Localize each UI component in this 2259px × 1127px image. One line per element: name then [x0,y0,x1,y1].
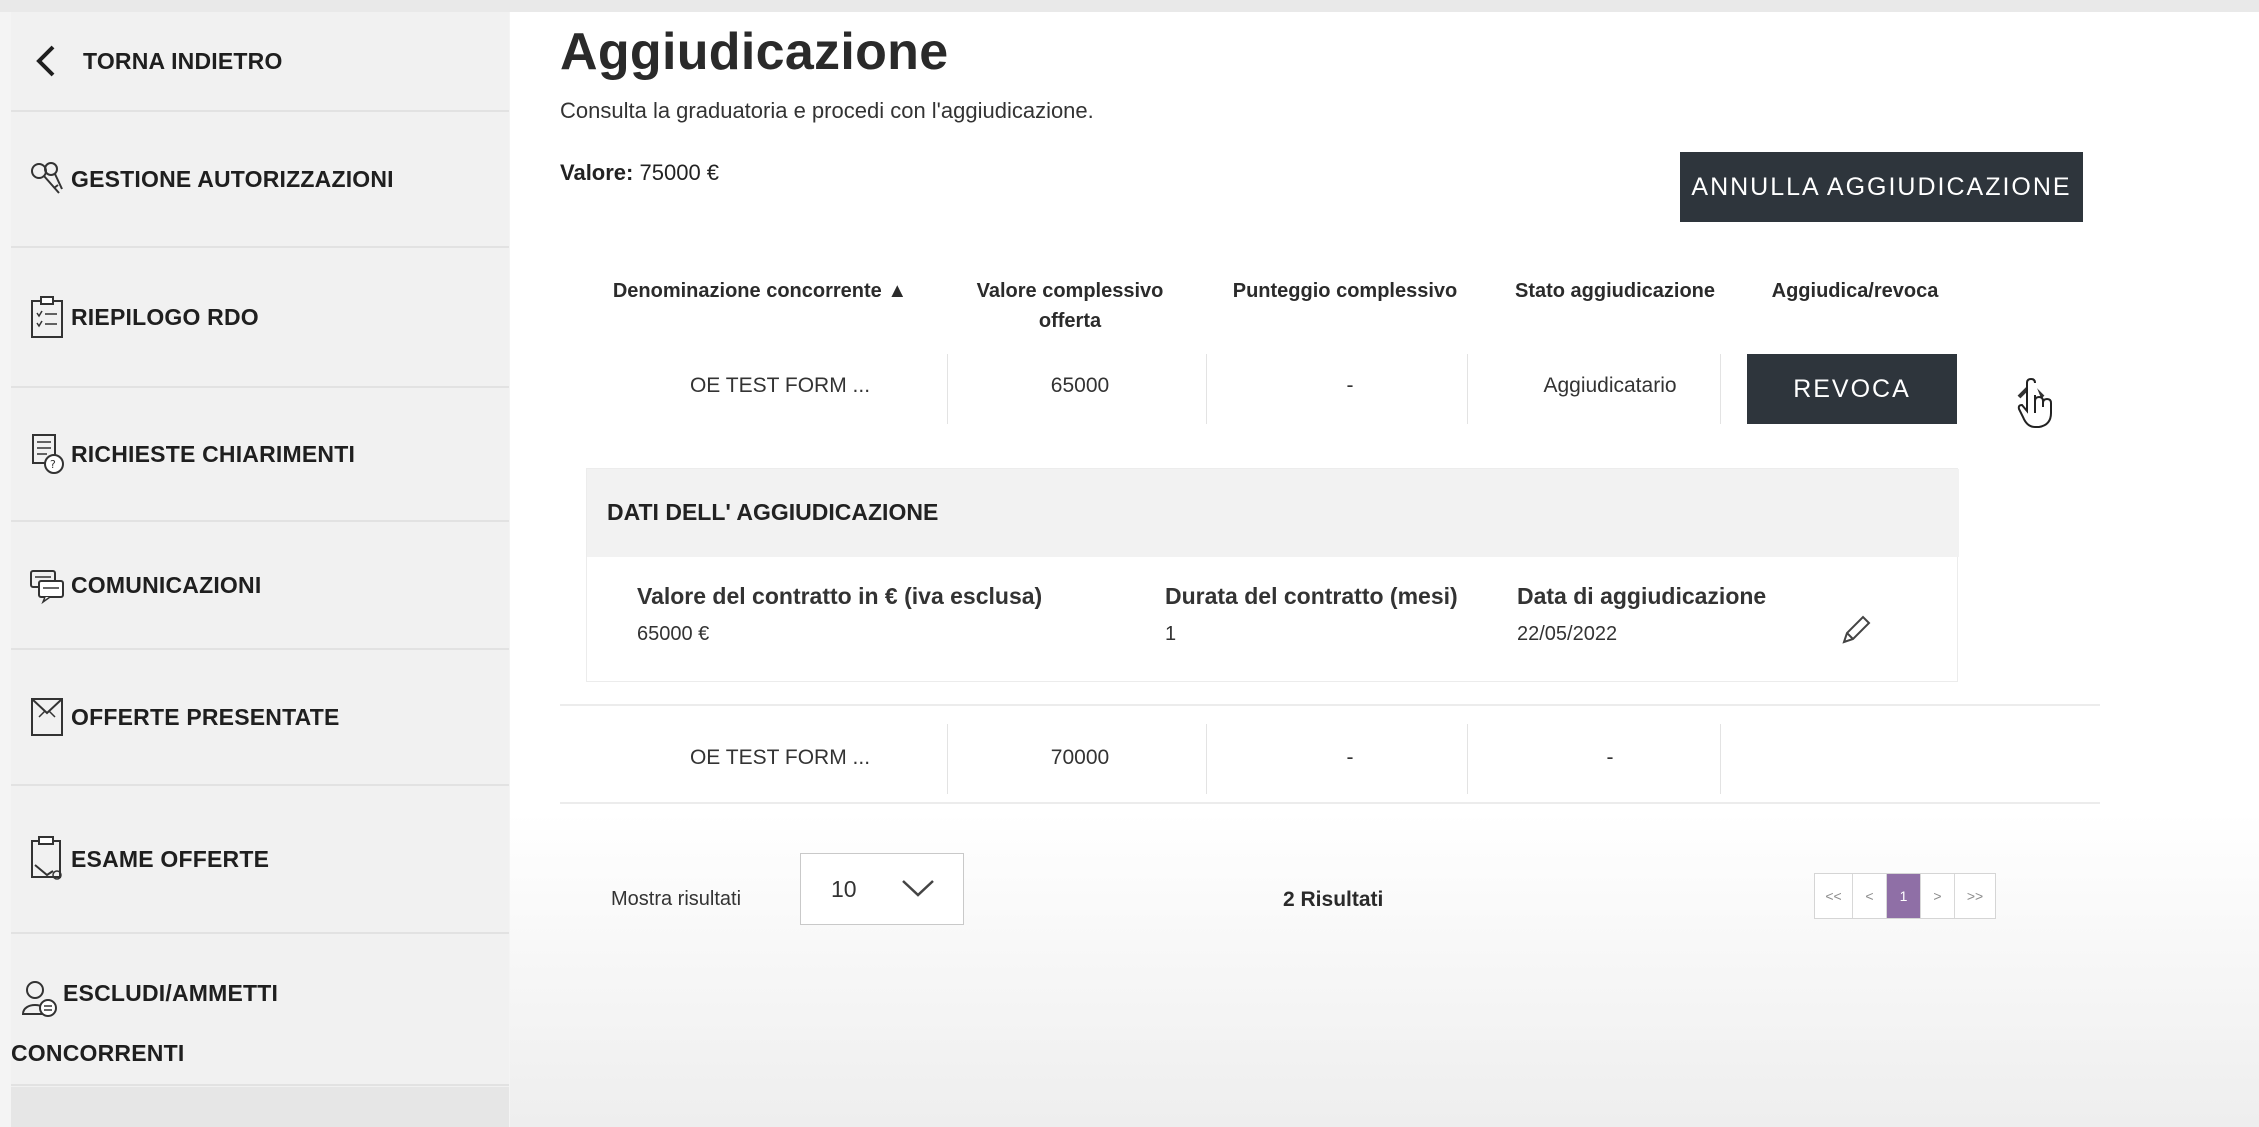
sidebar-item-label: RIEPILOGO RDO [71,304,259,330]
row-divider [560,802,2100,804]
pager-page-button[interactable]: 1 [1887,874,1921,918]
back-label: TORNA INDIETRO [83,48,283,74]
contratto-label: Valore del contratto in € (iva esclusa) [637,583,1043,609]
pagination: << < 1 > >> [1814,873,1996,919]
page-size-select[interactable]: 10 [800,853,964,925]
header-valore-line2: offerta [1038,310,1102,332]
sidebar-item-offerte-presentate[interactable]: OFFERTE PRESENTATE [11,650,509,786]
valore-label: Valore: [560,160,634,185]
row-divider [560,704,2100,706]
sidebar: TORNA INDIETRO GESTIONE AUTORIZZAZIONI R… [11,12,509,1127]
sidebar-item-label-line2: CONCORRENTI [11,1040,185,1066]
revoca-button[interactable]: REVOCA [1747,354,1957,424]
row2-stato: - [1606,746,1614,769]
dati-aggiudicazione-panel: DATI DELL' AGGIUDICAZIONE Valore del con… [586,468,1959,682]
data-value: 22/05/2022 [1517,623,1618,645]
row1-punteggio: - [1346,374,1354,397]
sidebar-bottom-strip [11,1087,509,1127]
annulla-aggiudicazione-button[interactable]: ANNULLA AGGIUDICAZIONE [1680,152,2083,222]
sidebar-item-label: ESCLUDI/AMMETTI [63,980,279,1006]
sidebar-item-label: ESAME OFFERTE [71,846,270,872]
envelope-offer-icon [27,693,67,741]
keys-icon [27,155,67,203]
detail-header: DATI DELL' AGGIUDICAZIONE [587,469,1959,557]
user-switch-icon [19,974,59,1022]
sidebar-item-richieste-chiarimenti[interactable]: ? RICHIESTE CHIARIMENTI [11,388,509,522]
chevron-down-icon [901,878,935,898]
column-divider [1467,724,1468,794]
header-valore-line1: Valore complessivo [976,280,1164,302]
page-size-value: 10 [831,875,857,902]
column-divider [1206,354,1207,424]
row2-valore: 70000 [1050,746,1110,769]
column-divider [1467,354,1468,424]
row1-name: OE TEST FORM ... [689,374,871,397]
contratto-value: 65000 € [637,623,710,645]
sidebar-item-riepilogo-rdo[interactable]: RIEPILOGO RDO [11,248,509,388]
header-stato: Stato aggiudicazione [1514,280,1716,302]
header-aggiudica: Aggiudica/revoca [1771,280,1939,302]
chevron-left-icon [35,44,57,78]
edit-pencil-icon[interactable] [1838,612,1874,648]
page-subtitle: Consulta la graduatoria e procedi con l'… [560,98,1094,123]
sidebar-item-label: GESTIONE AUTORIZZAZIONI [71,166,394,192]
chat-bubbles-icon [27,561,67,609]
sidebar-item-label: RICHIESTE CHIARIMENTI [71,441,356,467]
column-divider [1720,354,1721,424]
sidebar-item-label: OFFERTE PRESENTATE [71,704,340,730]
data-label: Data di aggiudicazione [1517,583,1767,609]
pager-prev-button[interactable]: < [1853,874,1887,918]
header-punteggio: Punteggio complessivo [1232,280,1458,302]
detail-title: DATI DELL' AGGIUDICAZIONE [607,499,939,525]
results-count: 2 Risultati [1283,888,1384,911]
column-divider [947,354,948,424]
durata-value: 1 [1165,623,1177,645]
header-denominazione[interactable]: Denominazione concorrente ▲ [600,276,920,306]
page-title: Aggiudicazione [560,23,949,81]
pager-first-button[interactable]: << [1815,874,1853,918]
column-divider [947,724,948,794]
sidebar-item-gestione-autorizzazioni[interactable]: GESTIONE AUTORIZZAZIONI [11,112,509,248]
sidebar-item-comunicazioni[interactable]: COMUNICAZIONI [11,522,509,650]
valore-value: 75000 € [639,160,720,185]
documents-question-icon: ? [27,430,67,478]
main-content: Aggiudicazione Consulta la graduatoria e… [510,12,2259,1127]
row1-valore: 65000 [1050,374,1110,397]
sidebar-item-esame-offerte[interactable]: ESAME OFFERTE [11,786,509,934]
column-divider [1206,724,1207,794]
sidebar-item-escludi-ammetti[interactable]: ESCLUDI/AMMETTI CONCORRENTI [11,934,509,1086]
durata-label: Durata del contratto (mesi) [1165,583,1458,609]
row1-stato: Aggiudicatario [1543,374,1677,397]
row2-name: OE TEST FORM ... [689,746,871,769]
row2-punteggio: - [1346,746,1354,769]
document-exam-icon [27,835,67,883]
collapse-toggle[interactable] [2000,372,2070,442]
svg-text:?: ? [50,458,56,471]
top-border [0,0,2259,12]
back-button[interactable]: TORNA INDIETRO [11,12,509,112]
header-valore-offerta: Valore complessivo offerta [970,276,1170,336]
pager-next-button[interactable]: > [1921,874,1955,918]
clipboard-icon [27,293,67,341]
chevron-up-icon [2013,375,2057,440]
column-divider [1720,724,1721,794]
sidebar-item-label: COMUNICAZIONI [71,572,262,598]
pager-last-button[interactable]: >> [1955,874,1995,918]
mostra-risultati-label: Mostra risultati [611,888,742,910]
valore-summary: Valore: 75000 € [560,160,719,186]
